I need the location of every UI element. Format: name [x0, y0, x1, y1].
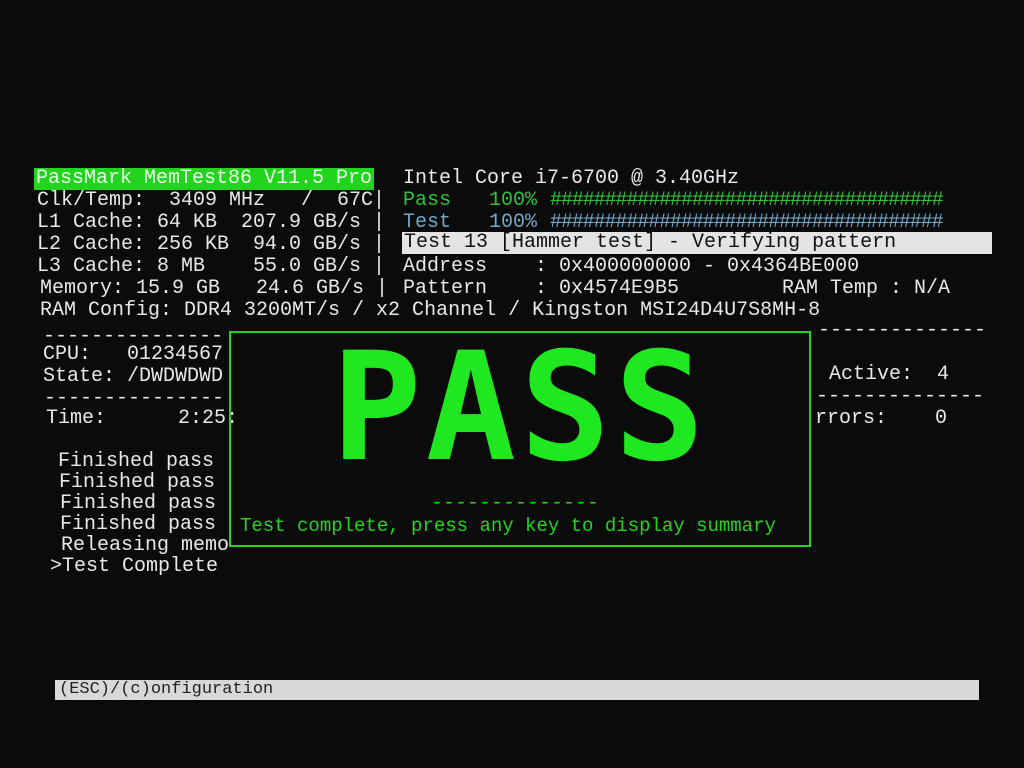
cpu-list: CPU: 01234567 [43, 343, 224, 366]
divider: -------------- [818, 319, 987, 342]
error-count: rrors: 0 [815, 407, 948, 430]
clock-temp: Clk/Temp: 3409 MHz / 67C| [37, 189, 386, 212]
l2-cache: L2 Cache: 256 KB 94.0 GB/s | [37, 233, 386, 256]
log-line: Releasing memo [61, 534, 230, 557]
active-threads: Active: 4 [829, 363, 950, 386]
pass-banner: PASS [331, 321, 709, 495]
cpu-state: State: /DWDWDWD [43, 365, 224, 388]
footer-hint-bar: (ESC)/(c)onfiguration [55, 680, 979, 700]
elapsed-time: Time: 2:25: [46, 407, 239, 430]
app-title: PassMark MemTest86 V11.5 Pro [34, 167, 375, 190]
l1-cache: L1 Cache: 64 KB 207.9 GB/s | [37, 211, 386, 234]
address-range: Address : 0x400000000 - 0x4364BE000 [403, 255, 860, 278]
dialog-message: Test complete, press any key to display … [240, 515, 776, 537]
log-line: Finished pass [60, 513, 217, 536]
memory: Memory: 15.9 GB 24.6 GB/s | [40, 277, 389, 300]
log-line: Finished pass [60, 492, 217, 515]
log-line: >Test Complete [50, 555, 219, 578]
pass-percent: 100% [489, 189, 538, 212]
dialog-divider: -------------- [431, 492, 600, 515]
pattern: Pattern : 0x4574E9B5 [403, 277, 680, 300]
ram-config: RAM Config: DDR4 3200MT/s / x2 Channel /… [40, 299, 821, 322]
pass-progress-bar: #################################### [550, 189, 944, 212]
ram-temp: RAM Temp : N/A [782, 277, 951, 300]
cpu-name: Intel Core i7-6700 @ 3.40GHz [403, 167, 740, 190]
l3-cache: L3 Cache: 8 MB 55.0 GB/s | [37, 255, 386, 278]
log-line: Finished pass [59, 471, 216, 494]
current-test: Test 13 [Hammer test] - Verifying patter… [402, 232, 992, 254]
divider: -------------- [816, 385, 985, 408]
pass-label: Pass [403, 189, 452, 212]
result-dialog: PASS -------------- Test complete, press… [229, 331, 811, 547]
log-line: Finished pass [58, 450, 215, 473]
